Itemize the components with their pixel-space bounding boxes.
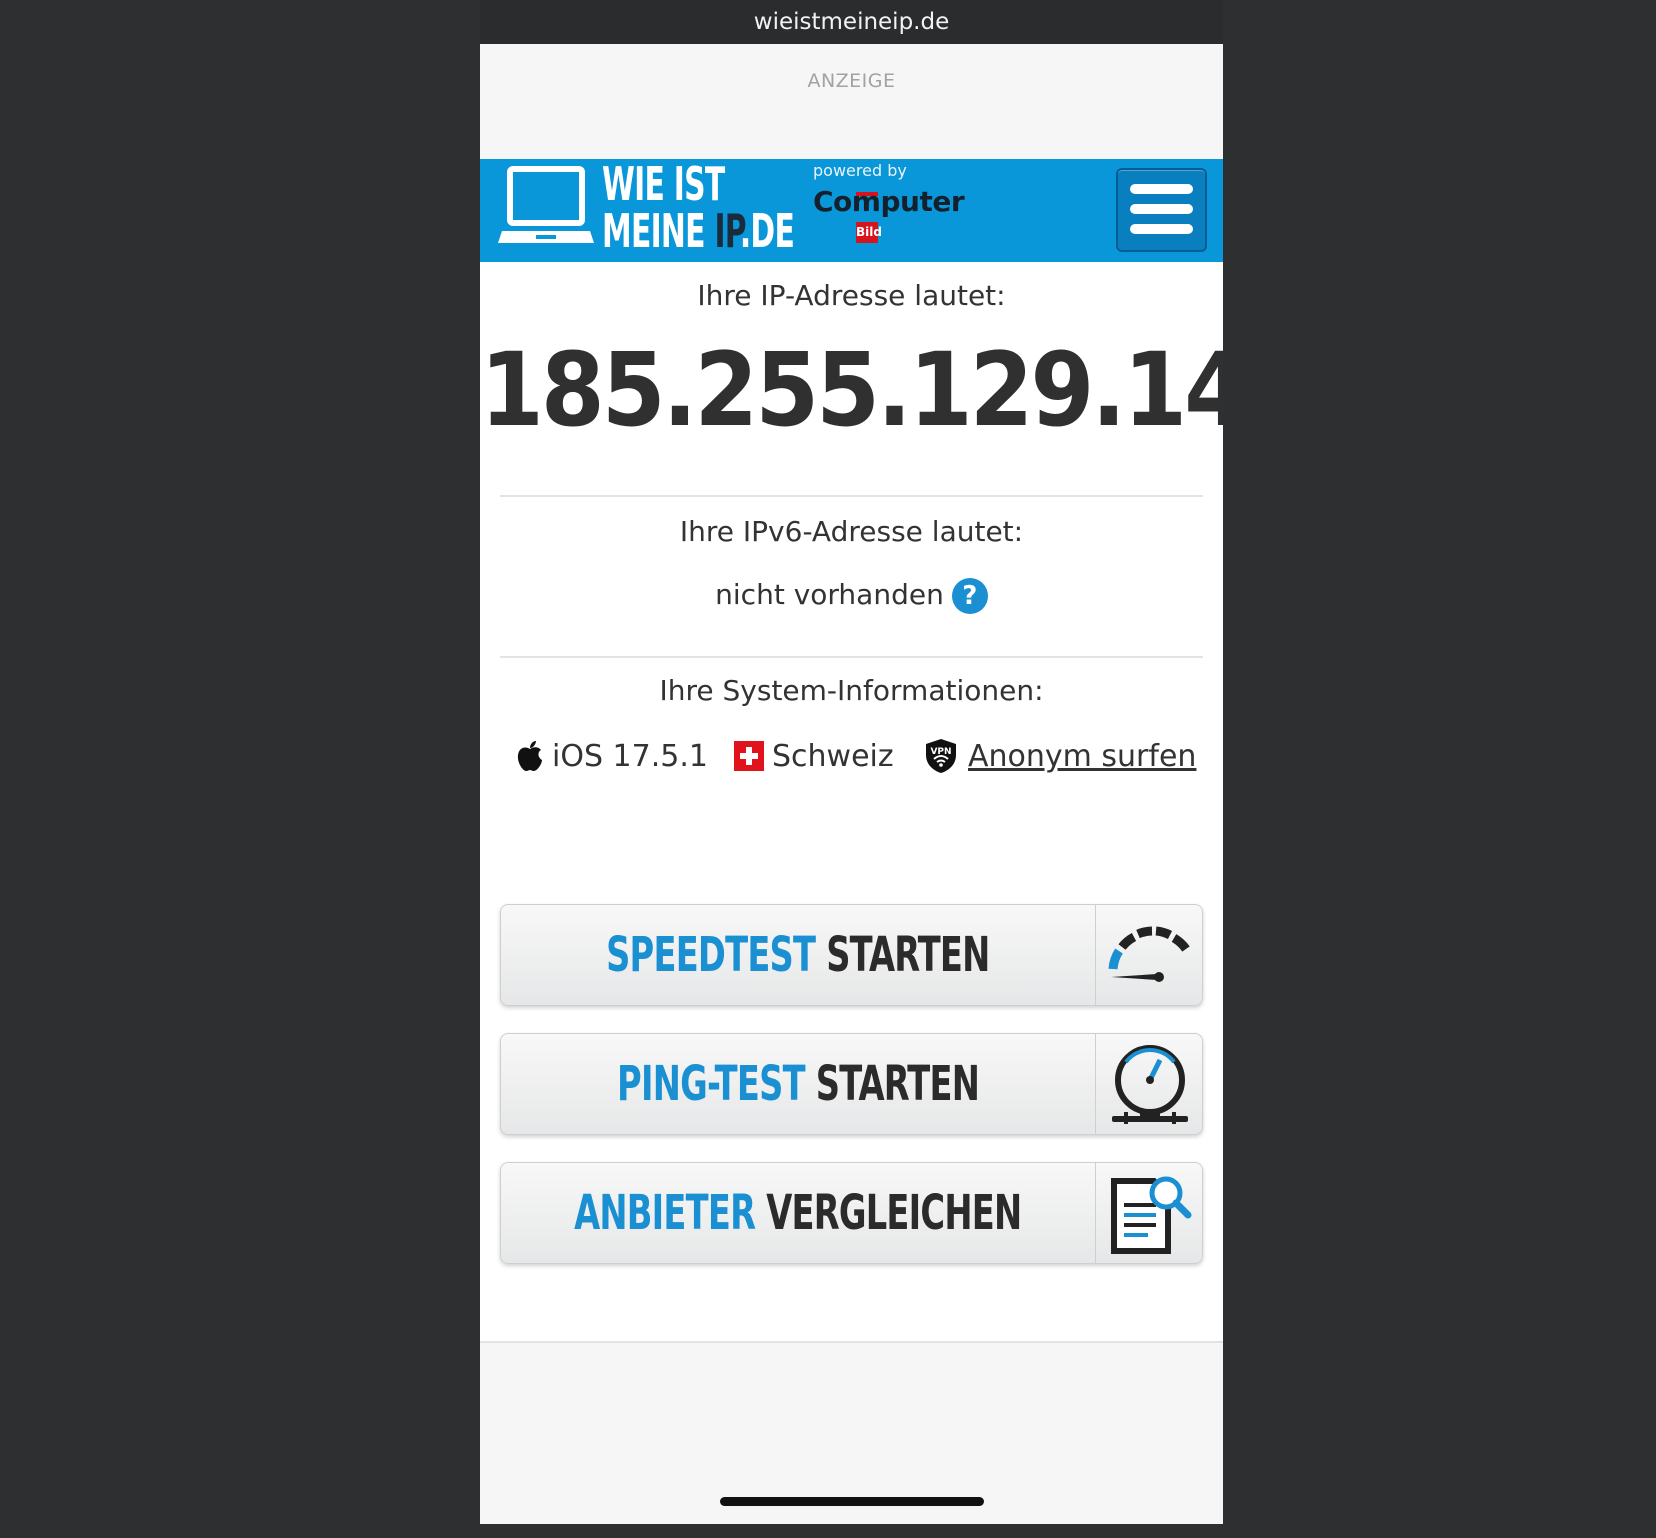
divider	[500, 656, 1203, 658]
logo-line-2: MEINE IP.DE	[602, 204, 795, 258]
ipv6-label: Ihre IPv6-Adresse lautet:	[679, 515, 1024, 548]
speedtest-icon-box	[1095, 905, 1203, 1005]
menu-button[interactable]	[1116, 168, 1207, 252]
country-name: Schweiz	[772, 738, 894, 774]
os-info: iOS 17.5.1	[516, 734, 708, 778]
country-info: Schweiz	[734, 734, 894, 778]
ad-banner[interactable]: ANZEIGE	[480, 44, 1223, 159]
anon-surf-info[interactable]: VPN Anonym surfen	[924, 734, 1196, 778]
ad-label: ANZEIGE	[807, 70, 896, 92]
apple-icon	[517, 741, 542, 771]
compare-providers-label: ANBIETER VERGLEICHEN	[574, 1185, 1022, 1241]
site-header: WIE IST MEINE IP.DE powered by Computer …	[480, 159, 1223, 262]
system-info-row: iOS 17.5.1 Schweiz VPN Anonym surfen	[480, 734, 1223, 778]
os-version: iOS 17.5.1	[552, 738, 708, 774]
pingtest-icon-box	[1095, 1034, 1203, 1134]
speedtest-label: SPEEDTEST STARTEN	[606, 927, 990, 983]
menu-bar-icon	[1130, 224, 1193, 234]
powered-by-label: powered by	[813, 161, 907, 180]
ipv4-address: 185.255.129.145	[480, 331, 1223, 450]
speedtest-button[interactable]: SPEEDTEST STARTEN	[500, 904, 1203, 1006]
ipv6-value: nicht vorhanden	[715, 578, 944, 611]
partner-logo: Computer	[813, 185, 965, 218]
menu-bar-icon	[1130, 204, 1193, 214]
system-info-label: Ihre System-Informationen:	[659, 674, 1044, 707]
divider	[500, 495, 1203, 497]
stopwatch-icon	[1111, 1045, 1188, 1124]
speedometer-icon	[1108, 926, 1190, 982]
ipv6-value-row: nicht vorhanden?	[480, 578, 1223, 614]
url-text: wieistmeineip.de	[753, 9, 950, 35]
laptop-icon	[498, 166, 594, 243]
address-bar[interactable]: wieistmeineip.de	[480, 0, 1223, 44]
compare-icon-box	[1095, 1163, 1203, 1263]
menu-bar-icon	[1130, 184, 1193, 194]
compare-providers-button[interactable]: ANBIETER VERGLEICHEN	[500, 1162, 1203, 1264]
pingtest-button[interactable]: PING-TEST STARTEN	[500, 1033, 1203, 1135]
pingtest-label: PING-TEST STARTEN	[616, 1056, 980, 1112]
document-search-icon	[1110, 1176, 1191, 1254]
swiss-flag-icon	[734, 741, 764, 771]
webpage: ANZEIGE WIE IST MEINE IP.DE powered by C…	[480, 44, 1223, 1524]
help-icon[interactable]: ?	[951, 578, 988, 614]
partner-logo-sub: Bild	[856, 222, 882, 243]
site-logo[interactable]: WIE IST MEINE IP.DE	[602, 157, 795, 258]
ipv4-label: Ihre IP-Adresse lautet:	[697, 279, 1006, 312]
anon-surf-link[interactable]: Anonym surfen	[968, 739, 1196, 774]
vpn-shield-icon: VPN	[926, 739, 956, 773]
logo-line-1: WIE IST	[602, 157, 725, 211]
home-indicator[interactable]	[720, 1497, 984, 1506]
